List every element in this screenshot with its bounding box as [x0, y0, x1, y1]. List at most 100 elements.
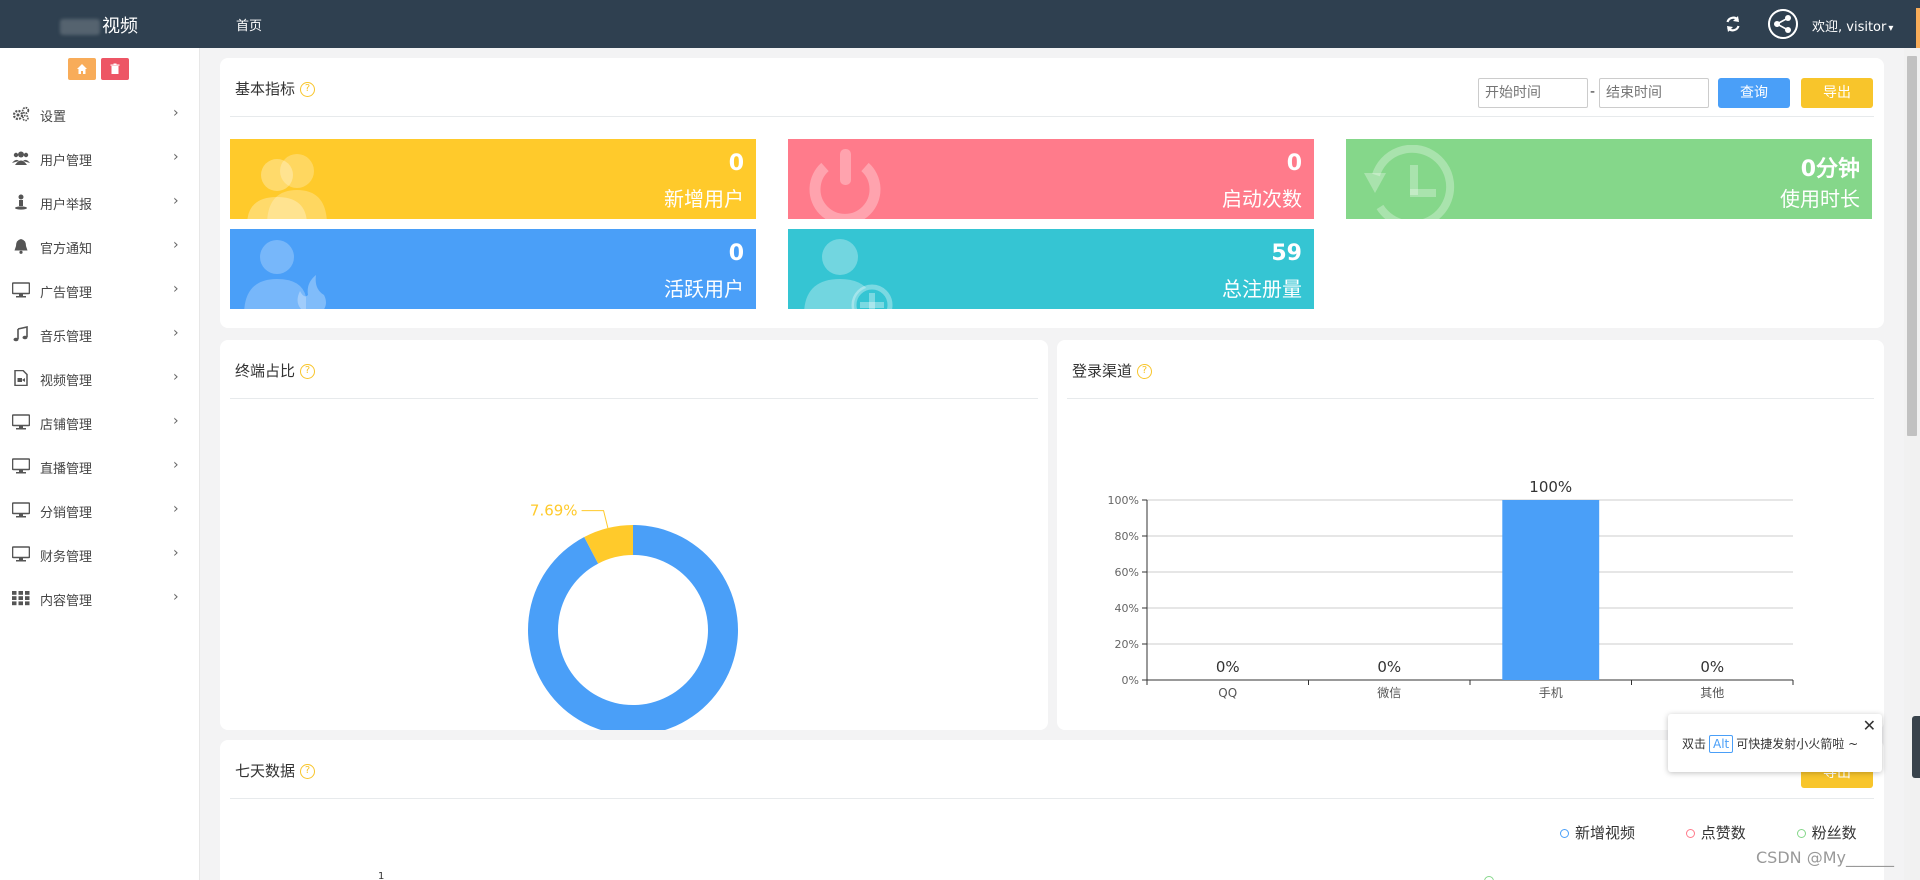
legend-item-fans[interactable]: 粉丝数 [1796, 824, 1857, 842]
users-icon [12, 151, 30, 165]
sidebar-item-label: 官方通知 [40, 242, 93, 257]
y-tick-label: 0% [1122, 674, 1139, 687]
bar-value-label: 0% [1216, 658, 1240, 676]
sidebar-item-label: 广告管理 [40, 286, 93, 301]
stat-card-usage-time: 0分钟 使用时长 [1346, 139, 1872, 219]
sidebar-item-settings[interactable]: 设置 › [0, 92, 199, 136]
seven-day-legend: 新增视频 点赞数 粉丝数 [1560, 822, 1857, 843]
brand-blurred-text [60, 19, 100, 35]
clear-cache-button[interactable] [101, 58, 129, 80]
home-button[interactable] [68, 58, 96, 80]
sidebar-item-live[interactable]: 直播管理 › [0, 444, 199, 488]
divider [1067, 398, 1874, 399]
monitor-icon [12, 502, 30, 518]
sidebar-item-finance[interactable]: 财务管理 › [0, 532, 199, 576]
help-icon[interactable]: ? [1137, 364, 1153, 379]
chevron-right-icon: › [173, 325, 179, 341]
monitor-icon [12, 546, 30, 562]
end-time-input[interactable] [1599, 78, 1709, 108]
divider [230, 398, 1038, 399]
chevron-right-icon: › [173, 369, 179, 385]
help-icon[interactable]: ? [300, 82, 316, 97]
video-file-icon [14, 370, 28, 386]
query-button[interactable]: 查询 [1718, 78, 1790, 108]
gears-icon [12, 106, 30, 122]
user-add-icon [804, 239, 893, 309]
top-navbar: 视频 首页 欢迎, visitor ▾ [0, 0, 1920, 48]
chevron-right-icon: › [173, 501, 179, 517]
history-clock-icon [1364, 145, 1455, 219]
sidebar-item-distribution[interactable]: 分销管理 › [0, 488, 199, 532]
sidebar-item-label: 视频管理 [40, 374, 93, 389]
bar[interactable] [1502, 500, 1600, 680]
refresh-icon[interactable] [1723, 14, 1743, 34]
stat-card-total-registrations: 59 总注册量 [788, 229, 1314, 309]
stat-label: 新增用户 [664, 187, 744, 211]
sidebar-item-users[interactable]: 用户管理 › [0, 136, 199, 180]
y-axis-tick: 1 [378, 871, 385, 880]
brand-logo[interactable]: 视频 [60, 12, 138, 38]
legend-item-new-videos[interactable]: 新增视频 [1560, 824, 1635, 842]
brand-text: 视频 [102, 16, 138, 37]
chevron-right-icon: › [173, 149, 179, 165]
stat-card-launch-count: 0 启动次数 [788, 139, 1314, 219]
sidebar-item-content[interactable]: 内容管理 › [0, 576, 199, 620]
panel-title: 七天数据? [235, 760, 316, 781]
basic-metrics-panel: 基本指标? - 查询 导出 0 新增用户 0 启动次数 0分钟 使用时长 [220, 58, 1884, 328]
close-icon[interactable]: ✕ [1863, 716, 1876, 735]
start-time-input[interactable] [1478, 78, 1588, 108]
bar-value-label: 0% [1377, 658, 1401, 676]
panel-title: 基本指标? [235, 78, 316, 99]
sidebar: 设置 › 用户管理 › 用户举报 › 官方通知 › 广告管理 › 音乐管理 › … [0, 48, 200, 880]
sidebar-item-music[interactable]: 音乐管理 › [0, 312, 199, 356]
login-title: 登录渠道 [1072, 362, 1133, 380]
user-fire-icon [244, 240, 326, 309]
sidebar-actions [0, 48, 199, 92]
sidebar-item-label: 店铺管理 [40, 418, 93, 433]
stat-label: 启动次数 [1222, 187, 1302, 211]
help-icon[interactable]: ? [300, 764, 316, 779]
scrollbar-thumb[interactable] [1907, 56, 1917, 436]
stat-card-new-users: 0 新增用户 [230, 139, 756, 219]
sidebar-item-label: 财务管理 [40, 550, 93, 565]
donut-slice-0[interactable] [528, 525, 738, 730]
nav-home-link[interactable]: 首页 [236, 15, 262, 34]
panel-title: 终端占比? [235, 360, 316, 381]
user-menu[interactable]: 欢迎, visitor ▾ [1812, 16, 1893, 35]
rocket-tip-toast: 双击 Alt 可快捷发射小火箭啦 ~ ✕ [1668, 714, 1882, 772]
side-drawer-handle[interactable] [1912, 716, 1920, 778]
x-tick-label: 其他 [1700, 686, 1724, 700]
watermark: CSDN @My______ [1756, 848, 1894, 867]
sidebar-item-videos[interactable]: 视频管理 › [0, 356, 199, 400]
chevron-right-icon: › [173, 281, 179, 297]
stat-value: 0 [728, 241, 744, 266]
y-tick-label: 80% [1115, 530, 1139, 543]
sidebar-item-label: 分销管理 [40, 506, 93, 521]
sidebar-item-ads[interactable]: 广告管理 › [0, 268, 199, 312]
sidebar-item-shops[interactable]: 店铺管理 › [0, 400, 199, 444]
chevron-right-icon: › [173, 413, 179, 429]
toast-prefix: 双击 [1682, 737, 1707, 751]
export-button[interactable]: 导出 [1801, 78, 1873, 108]
sidebar-item-label: 用户管理 [40, 154, 93, 169]
date-separator: - [1590, 84, 1596, 100]
toast-text: 双击 Alt 可快捷发射小火箭啦 ~ [1682, 735, 1858, 753]
chevron-right-icon: › [173, 589, 179, 605]
user-avatar[interactable] [1768, 9, 1798, 39]
sidebar-item-user-reports[interactable]: 用户举报 › [0, 180, 199, 224]
welcome-text: 欢迎, visitor [1812, 20, 1887, 35]
monitor-icon [12, 282, 30, 298]
sidebar-item-official-notice[interactable]: 官方通知 › [0, 224, 199, 268]
legend-item-likes[interactable]: 点赞数 [1685, 824, 1746, 842]
stat-value: 0 [1286, 151, 1302, 176]
stat-label: 使用时长 [1780, 187, 1860, 211]
toast-suffix: 可快捷发射小火箭啦 ~ [1736, 737, 1859, 751]
legend-circle-icon [1796, 829, 1806, 838]
panel-title: 登录渠道? [1072, 360, 1153, 381]
x-tick-label: QQ [1218, 686, 1237, 700]
terminal-donut-chart: 92.31%7.69%安卓IOS [528, 502, 738, 730]
help-icon[interactable]: ? [300, 364, 316, 379]
sidebar-item-label: 设置 [40, 110, 67, 125]
legend-label: 点赞数 [1700, 824, 1746, 842]
x-tick-label: 微信 [1377, 686, 1401, 700]
